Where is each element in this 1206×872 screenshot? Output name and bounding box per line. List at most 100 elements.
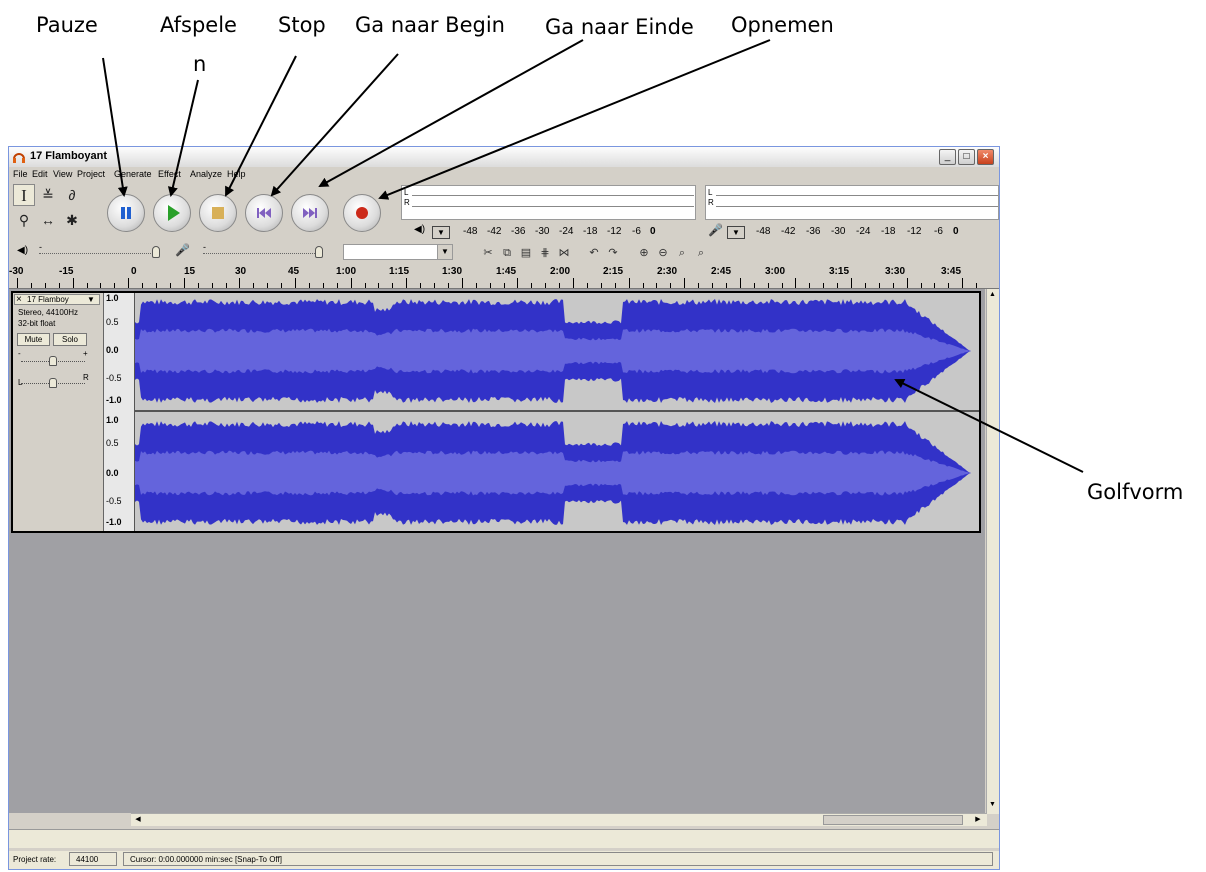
scale-label: -1.0 — [106, 395, 122, 405]
scroll-right-icon[interactable]: ▶ — [973, 815, 983, 825]
menu-help[interactable]: Help — [227, 169, 246, 179]
minimize-button[interactable]: _ — [939, 149, 956, 165]
menu-generate[interactable]: Generate — [114, 169, 152, 179]
scroll-thumb[interactable] — [823, 815, 963, 825]
timeline-tick — [44, 283, 46, 288]
mute-button[interactable]: Mute — [17, 333, 50, 346]
pan-slider-thumb[interactable] — [49, 378, 57, 388]
menu-file[interactable]: File — [13, 169, 28, 179]
rec-meter-scale-tick: 0 — [953, 226, 959, 237]
menu-project[interactable]: Project — [77, 169, 105, 179]
timeline-tick — [434, 283, 435, 288]
record-button[interactable] — [343, 194, 381, 232]
timeline-tick — [183, 278, 185, 288]
waveform-display[interactable] — [135, 293, 979, 531]
gain-slider-thumb[interactable] — [49, 356, 57, 366]
meter-dropdown-arrow-icon[interactable]: ▼ — [432, 226, 450, 239]
scale-label: -0.5 — [106, 373, 122, 383]
menu-analyze[interactable]: Analyze — [190, 169, 222, 179]
track-menu-arrow-icon[interactable]: ▼ — [87, 295, 95, 304]
menu-edit[interactable]: Edit — [32, 169, 48, 179]
stop-icon — [212, 207, 224, 219]
draw-tool-icon[interactable]: ∂ — [61, 184, 83, 206]
audio-track[interactable]: × 17 Flamboy ▼ Stereo, 44100Hz 32-bit fl… — [11, 291, 981, 533]
input-volume-slider[interactable] — [203, 253, 323, 254]
track-name[interactable]: 17 Flamboy — [27, 295, 69, 304]
scroll-up-icon[interactable]: ▲ — [988, 291, 997, 301]
input-volume-thumb[interactable] — [315, 246, 323, 258]
timeline-tick — [976, 283, 978, 288]
timeline-label: 2:00 — [550, 266, 571, 277]
playback-meter[interactable]: L R — [401, 185, 696, 220]
timeline-ruler[interactable]: -30 -15 0 15 30 45 1:00 1:15 1:30 1:45 2… — [9, 264, 999, 289]
skip-to-end-button[interactable] — [291, 194, 329, 232]
vertical-scrollbar[interactable]: ▲ ▼ — [986, 289, 999, 814]
title-bar[interactable]: 17 Flamboyant _ □ × — [9, 147, 999, 167]
timeline-tick — [906, 278, 908, 288]
timeline-tick — [503, 283, 505, 288]
solo-button[interactable]: Solo — [53, 333, 87, 346]
output-volume-slider[interactable] — [39, 253, 159, 254]
trim-icon[interactable]: ⋕ — [537, 246, 553, 260]
scroll-left-icon[interactable]: ◀ — [133, 815, 143, 825]
timeline-label: 0 — [131, 266, 137, 277]
recording-meter[interactable]: L R — [705, 185, 999, 220]
input-source-combo[interactable]: ▼ — [343, 244, 453, 260]
selection-tool-icon[interactable]: I — [13, 184, 35, 206]
meter-right-label: R — [404, 198, 410, 207]
undo-icon[interactable]: ↶ — [586, 246, 602, 260]
scale-label: 0.5 — [106, 438, 119, 448]
horizontal-scrollbar[interactable]: ◀ ▶ — [131, 813, 987, 826]
zoom-out-icon[interactable]: ⊖ — [655, 246, 671, 260]
timeline-label: 1:15 — [389, 266, 410, 277]
timeline-tick — [628, 278, 630, 288]
callout-ga-naar-begin: Ga naar Begin — [355, 13, 505, 37]
waveform-rms — [135, 450, 979, 496]
play-button[interactable] — [153, 194, 191, 232]
timeline-tick — [100, 283, 102, 288]
timeline-label: 3:45 — [941, 266, 962, 277]
meter-scale-tick: -12 — [607, 226, 622, 237]
meter-scale-tick: -24 — [559, 226, 574, 237]
menu-effect[interactable]: Effect — [158, 169, 181, 179]
zoom-in-icon[interactable]: ⊕ — [636, 246, 652, 260]
timeshift-tool-icon[interactable]: ↔ — [37, 209, 59, 231]
scale-label: 1.0 — [106, 293, 119, 303]
project-rate-value: 44100 — [76, 855, 99, 864]
left-channel-waveform — [135, 298, 979, 404]
envelope-tool-icon[interactable]: ≚ — [37, 184, 59, 206]
stop-button[interactable] — [199, 194, 237, 232]
timeline-tick — [253, 283, 255, 288]
scale-label: -0.5 — [106, 496, 122, 506]
timeline-tick — [823, 283, 825, 288]
track-name-bar[interactable]: × 17 Flamboy ▼ — [14, 294, 100, 305]
timeline-tick — [17, 278, 18, 288]
menu-view[interactable]: View — [53, 169, 72, 179]
fit-selection-icon[interactable]: ⌕ — [674, 246, 690, 260]
track-close-icon[interactable]: × — [16, 294, 22, 305]
track-format-rate: Stereo, 44100Hz — [18, 308, 79, 317]
headphones-icon — [13, 153, 25, 163]
project-rate-field[interactable]: 44100 — [69, 852, 117, 866]
scale-label: 1.0 — [106, 415, 119, 425]
cut-icon[interactable]: ✂ — [480, 246, 496, 260]
scale-label: 0.5 — [106, 317, 119, 327]
zoom-tool-icon[interactable]: ⚲ — [13, 209, 35, 231]
track-area[interactable]: × 17 Flamboy ▼ Stereo, 44100Hz 32-bit fl… — [9, 289, 985, 813]
timeline-tick — [781, 283, 783, 288]
close-button[interactable]: × — [977, 149, 994, 165]
skip-to-start-button[interactable] — [245, 194, 283, 232]
paste-icon[interactable]: ▤ — [518, 246, 534, 260]
scroll-down-icon[interactable]: ▼ — [988, 801, 997, 811]
copy-icon[interactable]: ⧉ — [499, 246, 515, 260]
redo-icon[interactable]: ↷ — [605, 246, 621, 260]
fit-project-icon[interactable]: ⌕ — [693, 246, 709, 260]
pause-icon — [121, 207, 131, 219]
maximize-button[interactable]: □ — [958, 149, 975, 165]
pause-button[interactable] — [107, 194, 145, 232]
timeline-tick — [684, 278, 686, 288]
rec-meter-dropdown-arrow-icon[interactable]: ▼ — [727, 226, 745, 239]
multi-tool-icon[interactable]: ✱ — [61, 209, 83, 231]
output-volume-thumb[interactable] — [152, 246, 160, 258]
silence-icon[interactable]: ⋈ — [556, 246, 572, 260]
